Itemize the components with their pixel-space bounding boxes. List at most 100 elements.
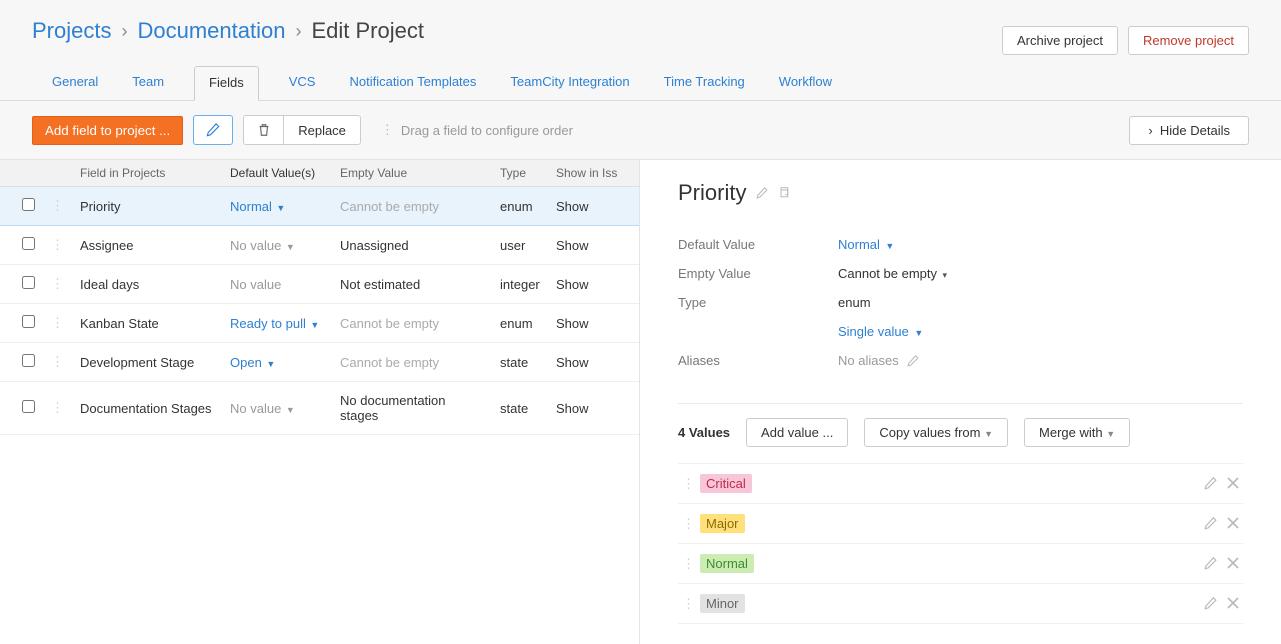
panel-title: Priority [678,180,1243,206]
value-row[interactable]: ⋮ Minor [678,584,1243,624]
header-field: Field in Projects [72,160,222,187]
field-name: Ideal days [72,265,222,304]
show-value: Show [548,265,639,304]
add-value-button[interactable]: Add value ... [746,418,848,447]
close-icon[interactable] [1227,517,1239,530]
tab-vcs[interactable]: VCS [285,66,320,101]
tabs: General Team Fields VCS Notification Tem… [0,65,1281,101]
tab-fields[interactable]: Fields [194,66,259,101]
drag-handle-icon[interactable]: ⋮ [43,343,72,382]
value-row[interactable]: ⋮ Major [678,504,1243,544]
close-icon[interactable] [1227,597,1239,610]
remove-project-button[interactable]: Remove project [1128,26,1249,55]
pencil-icon[interactable] [756,187,768,199]
pencil-icon[interactable] [1204,517,1217,530]
table-row[interactable]: ⋮ Documentation Stages No value ▼ No doc… [0,382,639,435]
breadcrumb-sep-2: › [295,21,301,42]
merge-with-button[interactable]: Merge with ▼ [1024,418,1130,447]
values-list: ⋮ Critical ⋮ Major ⋮ Normal ⋮ Minor [678,463,1243,624]
default-value-dropdown[interactable]: No value ▼ [230,238,295,253]
table-row[interactable]: ⋮ Priority Normal ▼ Cannot be empty enum… [0,187,639,226]
default-value-dropdown[interactable]: Normal ▼ [230,199,285,214]
default-value-dropdown[interactable]: No value ▼ [230,401,295,416]
pencil-icon[interactable] [1204,597,1217,610]
row-checkbox[interactable] [22,237,35,250]
tab-workflow[interactable]: Workflow [775,66,836,101]
copy-icon[interactable] [778,187,790,199]
drag-handle-icon[interactable]: ⋮ [682,556,700,572]
breadcrumb-sep-1: › [121,21,127,42]
close-icon[interactable] [1227,557,1239,570]
row-checkbox[interactable] [22,276,35,289]
header-actions: Archive project Remove project [1002,26,1249,55]
value-row[interactable]: ⋮ Normal [678,544,1243,584]
drag-handle-icon[interactable]: ⋮ [682,476,700,492]
show-value: Show [548,187,639,226]
drag-handle-icon[interactable]: ⋮ [43,304,72,343]
drag-handle-icon[interactable]: ⋮ [43,382,72,435]
row-checkbox[interactable] [22,198,35,211]
prop-type-label: Type [678,295,838,310]
field-name: Development Stage [72,343,222,382]
prop-aliases-label: Aliases [678,353,838,368]
breadcrumb-projects[interactable]: Projects [32,18,111,44]
empty-value: Not estimated [340,277,420,292]
value-tag: Normal [700,554,754,573]
table-row[interactable]: ⋮ Kanban State Ready to pull ▼ Cannot be… [0,304,639,343]
drag-handle-icon[interactable]: ⋮ [682,596,700,612]
tab-notification-templates[interactable]: Notification Templates [345,66,480,101]
pencil-icon[interactable] [1204,557,1217,570]
pencil-icon[interactable] [1204,477,1217,490]
breadcrumb: Projects › Documentation › Edit Project [32,18,424,44]
prop-empty-value[interactable]: Cannot be empty ▾ [838,266,947,281]
prop-type-extra-value[interactable]: Single value ▼ [838,324,923,339]
pencil-icon[interactable] [907,355,919,367]
default-value-dropdown[interactable]: Ready to pull ▼ [230,316,319,331]
copy-values-button[interactable]: Copy values from ▼ [864,418,1008,447]
table-row[interactable]: ⋮ Assignee No value ▼ Unassigned user Sh… [0,226,639,265]
close-icon[interactable] [1227,477,1239,490]
values-section: 4 Values Add value ... Copy values from … [678,403,1243,624]
prop-default-value[interactable]: Normal ▼ [838,237,894,252]
row-checkbox[interactable] [22,354,35,367]
value-tag: Critical [700,474,752,493]
empty-value: Cannot be empty [340,316,439,331]
field-type: enum [492,304,548,343]
row-checkbox[interactable] [22,315,35,328]
tab-general[interactable]: General [48,66,102,101]
fields-table-panel: Field in Projects Default Value(s) Empty… [0,160,640,644]
value-tag: Major [700,514,745,533]
field-detail-panel: Priority Default Value Normal ▼ Empty Va… [640,160,1281,644]
breadcrumb-documentation[interactable]: Documentation [137,18,285,44]
values-header: 4 Values Add value ... Copy values from … [678,418,1243,447]
replace-button[interactable]: Replace [283,115,361,145]
tab-teamcity-integration[interactable]: TeamCity Integration [506,66,633,101]
drag-handle-icon[interactable]: ⋮ [43,265,72,304]
chevron-right-icon: › [1148,123,1152,138]
prop-type-value: enum [838,295,871,310]
archive-project-button[interactable]: Archive project [1002,26,1118,55]
empty-value: Cannot be empty [340,199,439,214]
tab-team[interactable]: Team [128,66,168,101]
edit-mode-button[interactable] [193,115,233,145]
prop-default-label: Default Value [678,237,838,252]
prop-type: Type enum [678,288,1243,317]
default-value-dropdown[interactable]: Open ▼ [230,355,275,370]
default-value: No value [230,277,281,292]
add-field-button[interactable]: Add field to project ... [32,116,183,145]
delete-field-button[interactable] [243,115,283,145]
table-row[interactable]: ⋮ Development Stage Open ▼ Cannot be emp… [0,343,639,382]
hide-details-button[interactable]: › Hide Details [1129,116,1249,145]
row-checkbox[interactable] [22,400,35,413]
value-row[interactable]: ⋮ Critical [678,463,1243,504]
field-type: user [492,226,548,265]
table-row[interactable]: ⋮ Ideal days No value Not estimated inte… [0,265,639,304]
empty-value: Cannot be empty [340,355,439,370]
drag-handle-icon[interactable]: ⋮ [43,226,72,265]
hide-details-label: Hide Details [1160,123,1230,138]
drag-handle-icon[interactable]: ⋮ [43,187,72,226]
drag-handle-icon[interactable]: ⋮ [682,516,700,532]
prop-empty-label: Empty Value [678,266,838,281]
show-value: Show [548,382,639,435]
tab-time-tracking[interactable]: Time Tracking [660,66,749,101]
